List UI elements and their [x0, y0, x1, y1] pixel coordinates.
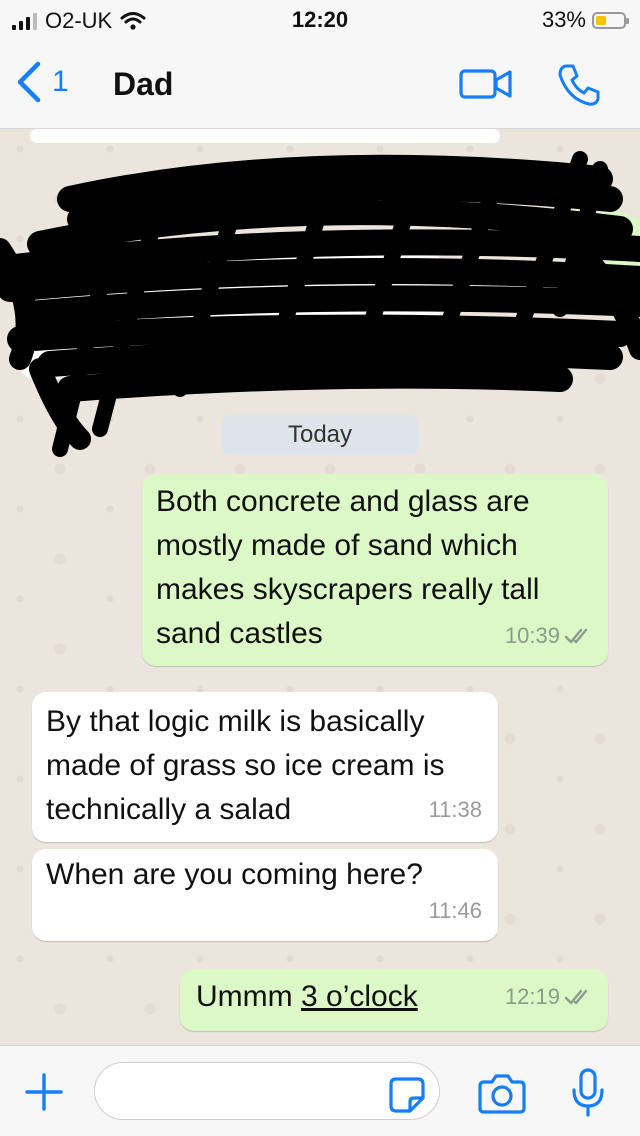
message-meta: 12:19 [505, 975, 594, 1019]
unread-count: 1 [52, 65, 69, 98]
composer-bar [0, 1045, 640, 1136]
message-text: By that logic milk is basically made of … [46, 705, 445, 826]
read-ticks-icon [564, 989, 588, 1005]
battery-percentage: 33% [541, 7, 586, 32]
message-bubble-outgoing[interactable]: Both concrete and glass are mostly made … [142, 474, 608, 666]
contact-name[interactable]: Dad [113, 66, 173, 103]
phone-call-icon[interactable] [556, 62, 602, 108]
microphone-icon[interactable] [568, 1068, 608, 1118]
video-call-icon[interactable] [458, 64, 514, 104]
time-link[interactable]: 3 o’clock [301, 980, 418, 1013]
status-bar: O2-UK 12:20 33% [0, 0, 640, 40]
redaction-scribble [0, 129, 640, 457]
message-text: When are you coming here? [46, 858, 423, 891]
message-meta: 10:39 [505, 614, 594, 658]
battery-icon [592, 11, 629, 29]
message-meta: 11:46 [429, 889, 482, 933]
message-text-prefix: Ummm [196, 980, 301, 1013]
message-time: 11:38 [428, 797, 482, 822]
message-bubble-incoming[interactable]: By that logic milk is basically made of … [32, 692, 498, 842]
read-ticks-icon [564, 628, 588, 644]
chat-header: 1 Dad [0, 40, 640, 129]
battery-group: 33% [541, 7, 629, 33]
sticker-icon[interactable] [388, 1076, 426, 1114]
message-bubble-outgoing[interactable]: Ummm 3 o’clock 12:19 [180, 969, 608, 1031]
message-time: 11:46 [428, 898, 482, 923]
plus-icon[interactable] [24, 1072, 64, 1112]
chat-area[interactable]: Today Both concrete and glass are mostly… [0, 129, 640, 1045]
message-meta: 11:38 [429, 788, 482, 832]
back-chevron-icon [17, 61, 41, 103]
date-divider: Today [221, 415, 419, 455]
back-button[interactable]: 1 [14, 60, 69, 104]
message-time: 12:19 [504, 984, 560, 1009]
message-bubble-incoming[interactable]: When are you coming here? 11:46 [32, 849, 498, 941]
message-time: 10:39 [504, 623, 560, 648]
camera-icon[interactable] [478, 1072, 526, 1114]
